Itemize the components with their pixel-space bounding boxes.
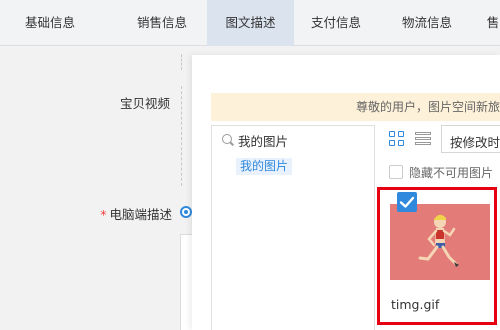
tab-sales-info[interactable]: 销售信息 — [112, 0, 212, 46]
tab-payment-info[interactable]: 支付信息 — [290, 0, 382, 46]
folder-pane: 我的图片 我的图片 — [211, 125, 375, 330]
sort-select[interactable]: 按修改时 — [441, 125, 500, 153]
search-text: 我的图片 — [238, 134, 289, 149]
list-view-icon[interactable] — [415, 132, 431, 146]
sort-select-value: 按修改时 — [450, 135, 500, 150]
selected-checkbox[interactable] — [397, 192, 417, 212]
notice-text: 尊敬的用户，图片空间新旅 — [355, 100, 500, 114]
folder-search-input[interactable]: 我的图片 — [212, 126, 374, 152]
tab-image-description[interactable]: 图文描述 — [207, 0, 294, 46]
image-thumbnail — [390, 204, 490, 280]
hide-unavailable-label: 隐藏不可用图片 — [409, 166, 494, 180]
tab-after-sales[interactable]: 售 — [478, 0, 500, 46]
image-filename: timg.gif — [391, 297, 440, 312]
pc-description-text: 电脑端描述 — [109, 207, 172, 222]
checkmark-icon — [399, 196, 415, 208]
notice-banner: 尊敬的用户，图片空间新旅 — [211, 93, 500, 121]
tab-bar: 基础信息 销售信息 图文描述 支付信息 物流信息 售 — [0, 0, 500, 46]
required-mark: * — [100, 207, 107, 222]
tab-logistics-info[interactable]: 物流信息 — [377, 0, 477, 46]
grid-view-icon[interactable] — [389, 131, 405, 147]
image-card[interactable]: timg.gif — [377, 187, 497, 325]
video-upload-border — [181, 54, 182, 70]
folder-my-images[interactable]: 我的图片 — [236, 158, 293, 175]
tab-basic-info[interactable]: 基础信息 — [0, 0, 100, 46]
video-label: 宝贝视频 — [119, 96, 170, 111]
video-upload-border-lower — [181, 86, 182, 186]
running-figure-icon — [418, 214, 459, 267]
pc-description-label: * 电脑端描述 — [92, 204, 172, 223]
pc-description-radio[interactable] — [180, 206, 192, 218]
description-editor[interactable] — [180, 234, 192, 330]
search-icon — [222, 134, 232, 144]
hide-unavailable-checkbox[interactable] — [389, 165, 403, 179]
